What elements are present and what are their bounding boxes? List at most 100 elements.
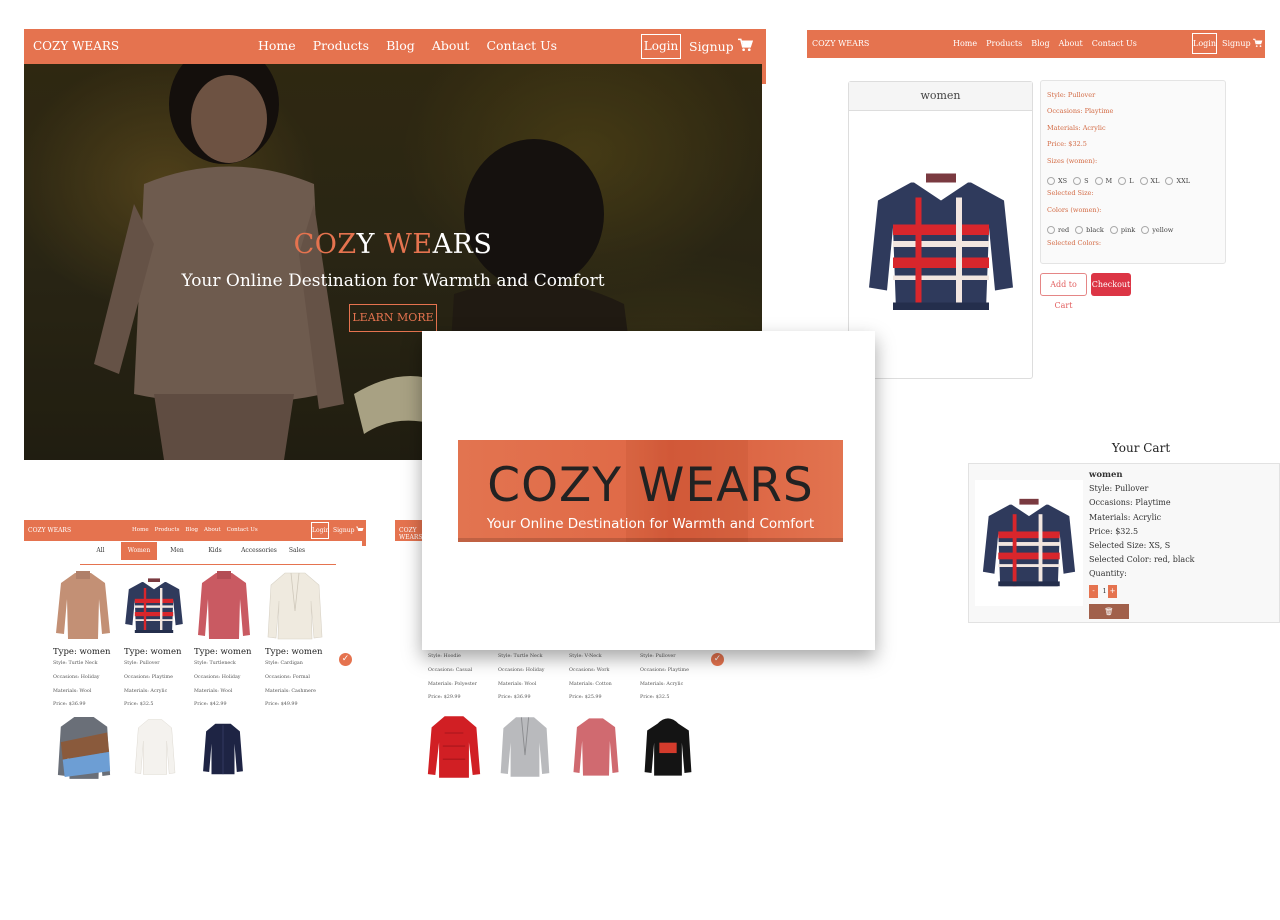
- color-options: red black pink yellow: [1047, 222, 1219, 238]
- info-occasions: Occasions: Playtime: [1047, 107, 1114, 116]
- navbar-edge: [762, 64, 766, 84]
- learn-more-button[interactable]: LEARN MORE: [349, 304, 437, 332]
- login-button[interactable]: Login: [641, 34, 681, 59]
- login-button[interactable]: Login: [311, 522, 329, 539]
- checkout-button[interactable]: Checkout: [1091, 273, 1131, 296]
- product-materials: Materials: Wool: [53, 688, 92, 694]
- size-option-l[interactable]: L: [1118, 177, 1133, 185]
- signup-link[interactable]: Signup: [1222, 39, 1251, 48]
- product-image: [56, 571, 110, 639]
- product-price: Price: $32.5: [640, 695, 670, 701]
- check-icon[interactable]: ✓: [711, 653, 724, 666]
- nav-home[interactable]: Home: [132, 527, 149, 533]
- quantity-label: Quantity:: [1089, 569, 1127, 579]
- check-icon[interactable]: ✓: [339, 653, 352, 666]
- product-image[interactable]: [642, 713, 694, 781]
- tab-men[interactable]: Men: [157, 542, 197, 560]
- banner-shadow: [458, 538, 843, 542]
- product-image: [198, 571, 250, 639]
- nav-home[interactable]: Home: [258, 38, 296, 53]
- product-image[interactable]: [200, 720, 246, 778]
- nav-links: Home Products Blog About Contact Us: [132, 527, 264, 533]
- product-style: Style: Pullover: [124, 661, 160, 666]
- add-to-cart-button[interactable]: Add to Cart: [1040, 273, 1087, 310]
- product-card: women: [848, 81, 1033, 379]
- info-style: Style: Pullover: [1047, 91, 1096, 99]
- brand-logo-text[interactable]: COZY WEARS: [812, 39, 869, 48]
- product-occasions: Occasions: Holiday: [498, 667, 545, 673]
- size-option-m[interactable]: M: [1095, 177, 1113, 185]
- nav-blog[interactable]: Blog: [185, 527, 198, 533]
- product-style: Style: Hoodie: [428, 654, 461, 659]
- login-button[interactable]: Login: [1192, 33, 1217, 54]
- cart-icon[interactable]: [1253, 38, 1263, 48]
- product-materials: Materials: Cashmere: [265, 688, 316, 694]
- brand-logo-text[interactable]: COZY WEARS: [33, 39, 119, 53]
- nav-blog[interactable]: Blog: [1031, 39, 1049, 48]
- color-option-yellow[interactable]: yellow: [1141, 226, 1173, 234]
- remove-button[interactable]: 🗑 Remove: [1089, 604, 1129, 631]
- brand-logo-text[interactable]: COZY WEARS: [28, 527, 71, 534]
- size-option-s[interactable]: S: [1073, 177, 1088, 185]
- cart-item-name: women: [1089, 470, 1123, 480]
- catalog-navbar: COZY WEARS Home Products Blog About Cont…: [24, 520, 366, 541]
- logo-title: COZY WEARS: [487, 458, 814, 513]
- size-option-xs[interactable]: XS: [1047, 177, 1067, 185]
- product-price: Price: $36.99: [53, 702, 86, 708]
- nav-contact[interactable]: Contact Us: [486, 38, 557, 53]
- colors-label: Colors (women):: [1047, 205, 1102, 214]
- product-image[interactable]: [426, 713, 482, 781]
- product-image[interactable]: [130, 713, 180, 781]
- nav-about[interactable]: About: [204, 527, 221, 533]
- product2-meta: Style: Hoodie Occasions: Casual Material…: [428, 654, 477, 709]
- nav-products[interactable]: Products: [313, 38, 369, 53]
- nav-blog[interactable]: Blog: [386, 38, 415, 53]
- product-image[interactable]: [570, 713, 622, 781]
- product-occasions: Occasions: Playtime: [124, 674, 173, 680]
- product-card[interactable]: Type: women Style: Pullover Occasions: P…: [124, 571, 184, 712]
- product-image[interactable]: [55, 713, 113, 781]
- product-occasions: Occasions: Work: [569, 667, 610, 673]
- product2-meta: Style: V-Neck Occasions: Work Materials:…: [569, 654, 612, 709]
- nav-contact[interactable]: Contact Us: [1092, 39, 1137, 48]
- nav-products[interactable]: Products: [155, 527, 180, 533]
- product-card[interactable]: Type: women Style: Cardigan Occasions: F…: [265, 571, 325, 712]
- size-options: XS S M L XL XXL: [1047, 173, 1219, 189]
- signup-link[interactable]: Signup: [333, 527, 354, 534]
- nav-about[interactable]: About: [1059, 39, 1083, 48]
- cart-icon[interactable]: [356, 526, 364, 534]
- signup-link[interactable]: Signup: [689, 39, 734, 54]
- product-card[interactable]: Type: women Style: Turtleneck Occasions:…: [194, 571, 254, 712]
- nav-contact[interactable]: Contact Us: [227, 527, 258, 533]
- product-card[interactable]: Type: women Style: Turtle Neck Occasions…: [53, 571, 113, 712]
- nav-about[interactable]: About: [432, 38, 470, 53]
- nav-products[interactable]: Products: [986, 39, 1022, 48]
- quantity-increase-button[interactable]: +: [1108, 585, 1117, 598]
- product-price: Price: $29.99: [428, 695, 461, 701]
- cart-icon[interactable]: [738, 38, 753, 52]
- color-option-red[interactable]: red: [1047, 226, 1069, 234]
- product-price: Price: $49.99: [265, 702, 298, 708]
- color-option-black[interactable]: black: [1075, 226, 1104, 234]
- category-tabs: All Women Men Kids Accessories Sales: [80, 542, 309, 561]
- tab-sales[interactable]: Sales: [285, 542, 309, 560]
- color-option-pink[interactable]: pink: [1110, 226, 1135, 234]
- product-price: Price: $42.99: [194, 702, 227, 708]
- tab-kids[interactable]: Kids: [197, 542, 233, 560]
- product-type: Type: women: [265, 647, 323, 657]
- tabs-underline: [80, 564, 336, 565]
- tab-accessories[interactable]: Accessories: [233, 542, 285, 560]
- product-price: Price: $32.5: [124, 702, 154, 708]
- brand-logo-text[interactable]: COZY WEARS: [399, 527, 423, 541]
- product-image[interactable]: [498, 713, 552, 781]
- nav-home[interactable]: Home: [953, 39, 977, 48]
- cart-item-details: women Style: Pullover Occasions: Playtim…: [1089, 470, 1195, 584]
- tab-all[interactable]: All: [80, 542, 121, 560]
- quantity-decrease-button[interactable]: -: [1089, 585, 1098, 598]
- product-materials: Materials: Polyester: [428, 681, 477, 687]
- size-option-xl[interactable]: XL: [1140, 177, 1160, 185]
- size-option-xxl[interactable]: XXL: [1165, 177, 1190, 185]
- hero-navbar: COZY WEARS Home Products Blog About Cont…: [24, 29, 766, 64]
- product-price: Price: $25.99: [569, 695, 602, 701]
- tab-women[interactable]: Women: [121, 542, 157, 560]
